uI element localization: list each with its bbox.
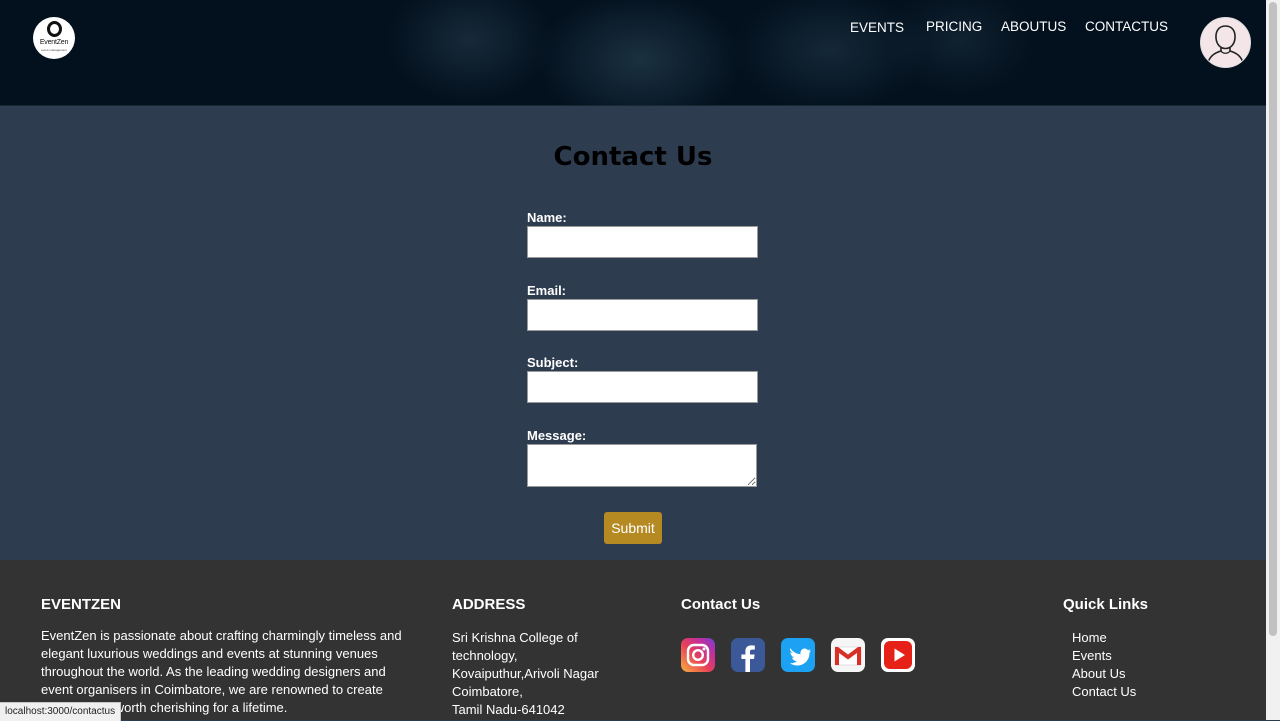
instagram-icon[interactable] bbox=[681, 638, 715, 672]
address-line: Sri Krishna College of bbox=[452, 630, 578, 645]
facebook-icon[interactable] bbox=[731, 638, 765, 672]
footer-about-heading: EVENTZEN bbox=[41, 596, 122, 613]
address-line: technology, bbox=[452, 648, 518, 663]
vertical-scrollbar[interactable] bbox=[1266, 0, 1280, 720]
footer-link-aboutus[interactable]: About Us bbox=[1072, 665, 1136, 683]
address-line: Kovaiputhur,Arivoli Nagar bbox=[452, 666, 599, 681]
address-line: Tamil Nadu-641042 bbox=[452, 702, 565, 717]
footer-link-contactus[interactable]: Contact Us bbox=[1072, 683, 1136, 701]
nav-link-pricing[interactable]: PRICING bbox=[926, 19, 982, 34]
scrollbar-thumb[interactable] bbox=[1269, 2, 1277, 636]
site-footer: EVENTZEN EventZen is passionate about cr… bbox=[0, 560, 1266, 720]
email-label: Email: bbox=[527, 283, 567, 298]
submit-button[interactable]: Submit bbox=[604, 512, 662, 544]
site-header: EventZen event management EVENTS PRICING… bbox=[0, 0, 1266, 106]
subject-label: Subject: bbox=[527, 355, 579, 370]
email-input[interactable] bbox=[527, 299, 758, 331]
footer-quicklinks: Home Events About Us Contact Us bbox=[1072, 629, 1136, 701]
twitter-icon[interactable] bbox=[781, 638, 815, 672]
gmail-icon[interactable] bbox=[831, 638, 865, 672]
name-input[interactable] bbox=[527, 226, 758, 258]
nav-link-events[interactable]: EVENTS bbox=[850, 20, 904, 35]
youtube-icon[interactable] bbox=[881, 638, 915, 672]
footer-link-home[interactable]: Home bbox=[1072, 629, 1136, 647]
address-line: Coimbatore, bbox=[452, 684, 523, 699]
user-avatar-icon[interactable] bbox=[1200, 17, 1251, 68]
nav-link-contactus[interactable]: CONTACTUS bbox=[1085, 19, 1168, 34]
message-label: Message: bbox=[527, 428, 587, 443]
logo-brand-text: EventZen bbox=[39, 39, 69, 46]
page: EventZen event management EVENTS PRICING… bbox=[0, 0, 1266, 720]
subject-input[interactable] bbox=[527, 371, 758, 403]
nav-link-aboutus[interactable]: ABOUTUS bbox=[1001, 19, 1066, 34]
name-label: Name: bbox=[527, 210, 567, 225]
footer-address-heading: ADDRESS bbox=[452, 596, 526, 613]
footer-link-events[interactable]: Events bbox=[1072, 647, 1136, 665]
footer-contact-heading: Contact Us bbox=[681, 596, 761, 613]
contact-section: Contact Us Name: Email: Subject: Message… bbox=[0, 106, 1266, 560]
status-bar-url: localhost:3000/contactus bbox=[0, 702, 122, 721]
footer-quicklinks-heading: Quick Links bbox=[1063, 596, 1149, 613]
page-title: Contact Us bbox=[553, 142, 713, 172]
footer-address: Sri Krishna College of technology, Kovai… bbox=[452, 629, 599, 719]
message-textarea[interactable] bbox=[527, 444, 757, 487]
eventzen-logo[interactable]: EventZen event management bbox=[33, 17, 75, 59]
logo-tagline-text: event management bbox=[41, 48, 67, 52]
logo-mark-icon bbox=[47, 21, 62, 37]
